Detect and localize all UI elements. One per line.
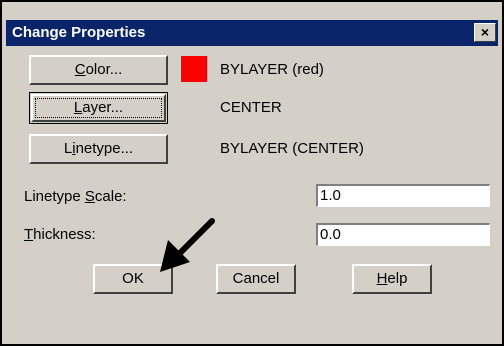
color-button-label: Color... xyxy=(74,61,123,78)
thickness-label: Thickness: xyxy=(24,226,96,243)
dialog-title: Change Properties xyxy=(12,24,146,41)
linetype-value: BYLAYER (CENTER) xyxy=(220,140,364,157)
linetype-scale-field[interactable]: 1.0 xyxy=(316,184,490,207)
thickness-field[interactable]: 0.0 xyxy=(316,223,490,246)
help-button-label: Help xyxy=(376,270,408,287)
color-button[interactable]: Color... xyxy=(29,55,168,85)
linetype-button[interactable]: Linetype... xyxy=(29,134,168,164)
linetype-button-label: Linetype... xyxy=(63,140,134,157)
layer-button-label: Layer... xyxy=(73,99,124,116)
layer-button[interactable]: Layer... xyxy=(29,92,168,124)
ok-button-label: OK xyxy=(122,270,144,287)
cancel-button[interactable]: Cancel xyxy=(216,264,296,294)
top-strip xyxy=(2,2,502,20)
layer-value: CENTER xyxy=(220,99,282,116)
color-value: BYLAYER (red) xyxy=(220,61,324,78)
title-bar: Change Properties × xyxy=(6,20,498,46)
linetype-scale-label: Linetype Scale: xyxy=(24,188,127,205)
close-button[interactable]: × xyxy=(474,23,496,42)
color-swatch xyxy=(181,56,207,82)
ok-button[interactable]: OK xyxy=(93,264,173,294)
help-button[interactable]: Help xyxy=(352,264,432,294)
dialog-window: Change Properties × Color... BYLAYER (re… xyxy=(0,0,504,346)
cancel-button-label: Cancel xyxy=(232,270,280,287)
close-icon: × xyxy=(480,24,490,40)
